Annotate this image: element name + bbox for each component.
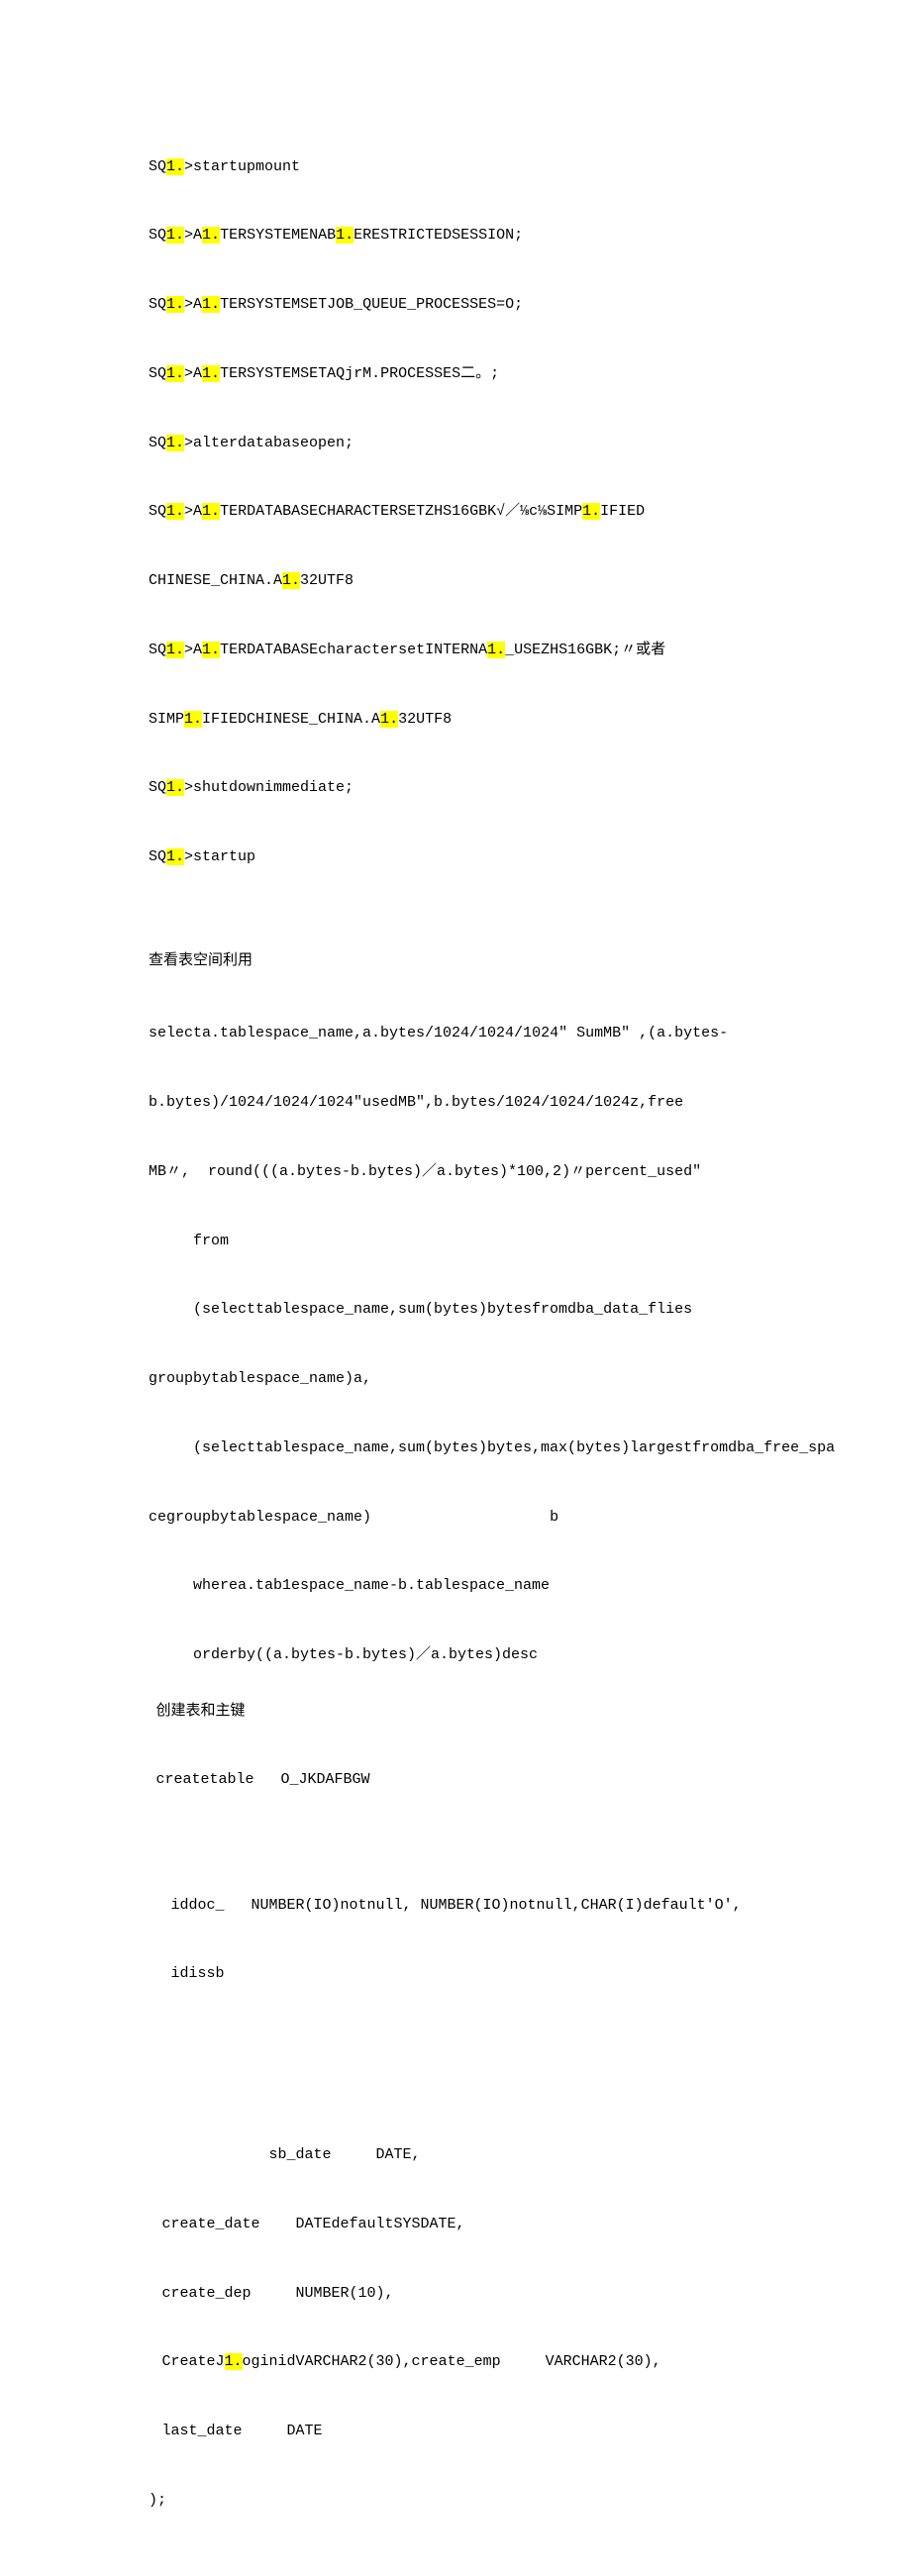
heading-tablespace: 查看表空间利用 <box>149 949 852 972</box>
line: from <box>149 1230 852 1252</box>
line: SIMP1.IFIEDCHINESE_CHINA.A1.32UTF8 <box>149 708 852 731</box>
line: (selecttablespace_name,sum(bytes)bytes,m… <box>149 1437 852 1459</box>
line: SQ1.>A1.TERSYSTEMSETAQjrM.PROCESSES二。; <box>149 362 852 385</box>
line: last_date DATE <box>149 2420 852 2442</box>
line: cegroupbytablespace_name) b <box>149 1506 852 1529</box>
line: CHINESE_CHINA.A1.32UTF8 <box>149 569 852 592</box>
line: create_dep NUMBER(10), <box>149 2282 852 2305</box>
line: createtable O_JKDAFBGW <box>149 1768 852 1791</box>
line: SQ1.>alterdatabaseopen; <box>149 432 852 454</box>
line: sb_date DATE, <box>149 2143 852 2166</box>
line: SQ1.>shutdownimmediate; <box>149 776 852 799</box>
line: orderby((a.bytes-b.bytes)／a.bytes)desc <box>149 1643 852 1666</box>
line: SQ1.>startupmount <box>149 155 852 178</box>
line: SQ1.>A1.TERSYSTEMSETJOB_QUEUE_PROCESSES=… <box>149 293 852 316</box>
line: groupbytablespace_name)a, <box>149 1367 852 1390</box>
line: b.bytes)/1024/1024/1024"usedMB",b.bytes/… <box>149 1091 852 1114</box>
line: selecta.tablespace_name,a.bytes/1024/102… <box>149 1022 852 1044</box>
sql-block-1: SQ1.>startupmount SQ1.>A1.TERSYSTEMENAB1… <box>149 109 852 892</box>
line: (selecttablespace_name,sum(bytes)bytesfr… <box>149 1298 852 1321</box>
sql-block-2: selecta.tablespace_name,a.bytes/1024/102… <box>149 976 852 1690</box>
comment-line: commentontableOJKDΛFBGW <box>149 2574 852 2576</box>
line: iddoc_ NUMBER(IO)notnull, NUMBER(IO)notn… <box>149 1894 852 1917</box>
heading-create-table: 创建表和主键 <box>149 1700 852 1723</box>
line: SQ1.>A1.TERDATABASECHARACTERSETZHS16GBK√… <box>149 500 852 523</box>
line: wherea.tab1espace_name-b.tablespace_name <box>149 1574 852 1597</box>
line: MB〃, round(((a.bytes-b.bytes)／a.bytes)*1… <box>149 1160 852 1183</box>
line: SQ1.>startup <box>149 845 852 868</box>
line: SQ1.>A1.TERDATABASEcharactersetINTERNA1.… <box>149 639 852 661</box>
line: ); <box>149 2489 852 2512</box>
line: create_date DATEdefaultSYSDATE, <box>149 2213 852 2235</box>
line: CreateJ1.oginidVARCHAR2(30),create_emp V… <box>149 2350 852 2373</box>
sql-block-3: createtable O_JKDAFBGW iddoc_ NUMBER(IO)… <box>149 1723 852 2535</box>
line: SQ1.>A1.TERSYSTEMENAB1.ERESTRICTEDSESSIO… <box>149 224 852 247</box>
line: idissb <box>149 1962 852 1985</box>
